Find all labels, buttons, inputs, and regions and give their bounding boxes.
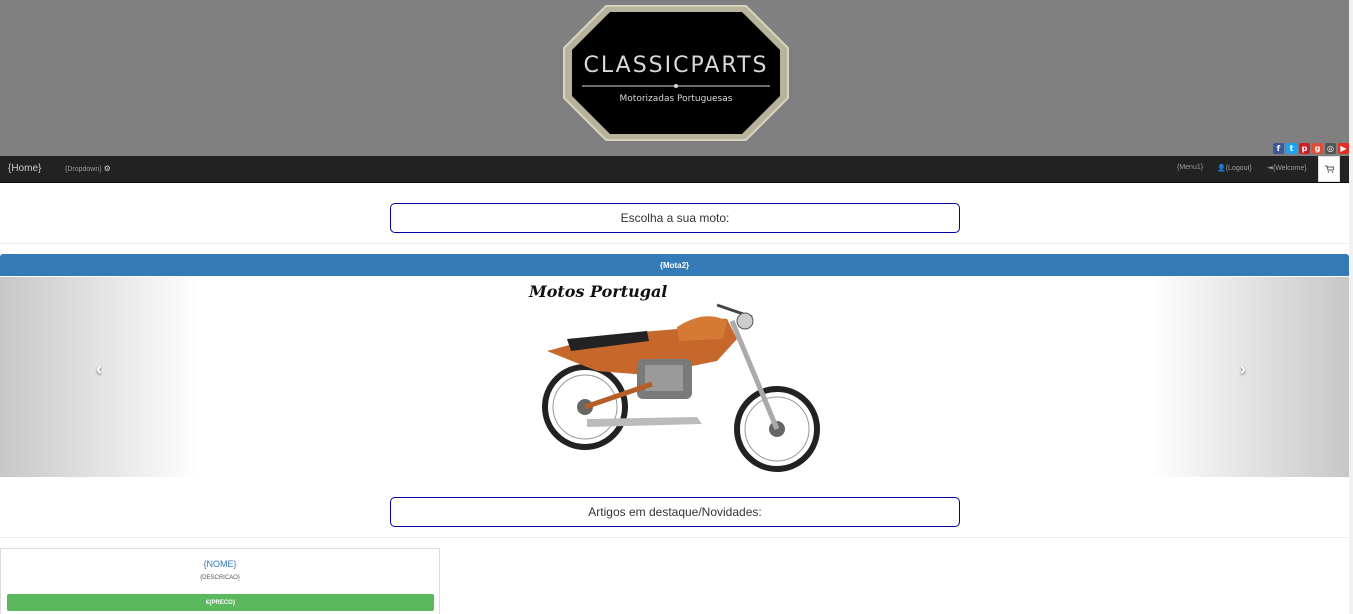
classicparts-logo[interactable]: CLASSICPARTS Motorizadas Portuguesas bbox=[562, 2, 790, 142]
nav-welcome-label: {Welcome} bbox=[1272, 165, 1307, 172]
motos-portugal-logo: Motos Portugal bbox=[528, 282, 667, 301]
header-banner: CLASSICPARTS Motorizadas Portuguesas f t… bbox=[0, 0, 1353, 156]
google-plus-icon[interactable]: g bbox=[1312, 143, 1323, 154]
divider bbox=[0, 243, 1353, 244]
main-navbar: {Home} {Dropdown} ⚙ {Menu1} 👤{Logout} ⇥{W… bbox=[0, 156, 1349, 183]
featured-title: Artigos em destaque/Novidades: bbox=[390, 497, 960, 527]
product-price-button[interactable]: €{PRECO} bbox=[7, 594, 434, 611]
logo-subtitle: Motorizadas Portuguesas bbox=[620, 94, 733, 104]
cart-button[interactable] bbox=[1318, 156, 1340, 182]
product-name[interactable]: {NOME} bbox=[1, 559, 439, 569]
nav-logout-link[interactable]: 👤{Logout} bbox=[1217, 164, 1252, 172]
motorcycle-image[interactable]: Motos Portugal bbox=[527, 279, 822, 475]
product-card: {NOME} {DESCRICAO} €{PRECO} bbox=[0, 548, 440, 614]
nav-dropdown-label: {Dropdown} bbox=[65, 166, 102, 173]
user-icon: 👤 bbox=[1217, 165, 1226, 172]
social-links: f t p g ◎ ▶ bbox=[1273, 143, 1349, 154]
moto-carousel: Motos Portugal ‹ › bbox=[0, 277, 1349, 477]
instagram-icon[interactable]: ◎ bbox=[1325, 143, 1336, 154]
youtube-icon[interactable]: ▶ bbox=[1338, 143, 1349, 154]
page-scrollbar[interactable] bbox=[1349, 0, 1353, 614]
shopping-cart-icon bbox=[1324, 165, 1334, 173]
gear-icon: ⚙ bbox=[103, 164, 111, 173]
logo-title: CLASSICPARTS bbox=[584, 53, 769, 78]
nav-dropdown[interactable]: {Dropdown} ⚙ bbox=[65, 164, 111, 173]
carousel-next-area[interactable] bbox=[1149, 277, 1349, 477]
carousel-heading: {Mota2} bbox=[0, 254, 1349, 276]
nav-welcome-link[interactable]: ⇥{Welcome} bbox=[1267, 164, 1307, 172]
chevron-right-icon[interactable]: › bbox=[1240, 359, 1246, 380]
facebook-icon[interactable]: f bbox=[1273, 143, 1284, 154]
nav-home-link[interactable]: {Home} bbox=[8, 163, 41, 174]
product-description: {DESCRICAO} bbox=[200, 575, 240, 581]
pinterest-icon[interactable]: p bbox=[1299, 143, 1310, 154]
chevron-left-icon[interactable]: ‹ bbox=[96, 359, 102, 380]
divider bbox=[0, 537, 1353, 538]
nav-logout-label: {Logout} bbox=[1225, 165, 1252, 172]
choose-moto-title: Escolha a sua moto: bbox=[390, 203, 960, 233]
twitter-icon[interactable]: t bbox=[1286, 143, 1297, 154]
nav-menu1-link[interactable]: {Menu1} bbox=[1177, 164, 1203, 171]
